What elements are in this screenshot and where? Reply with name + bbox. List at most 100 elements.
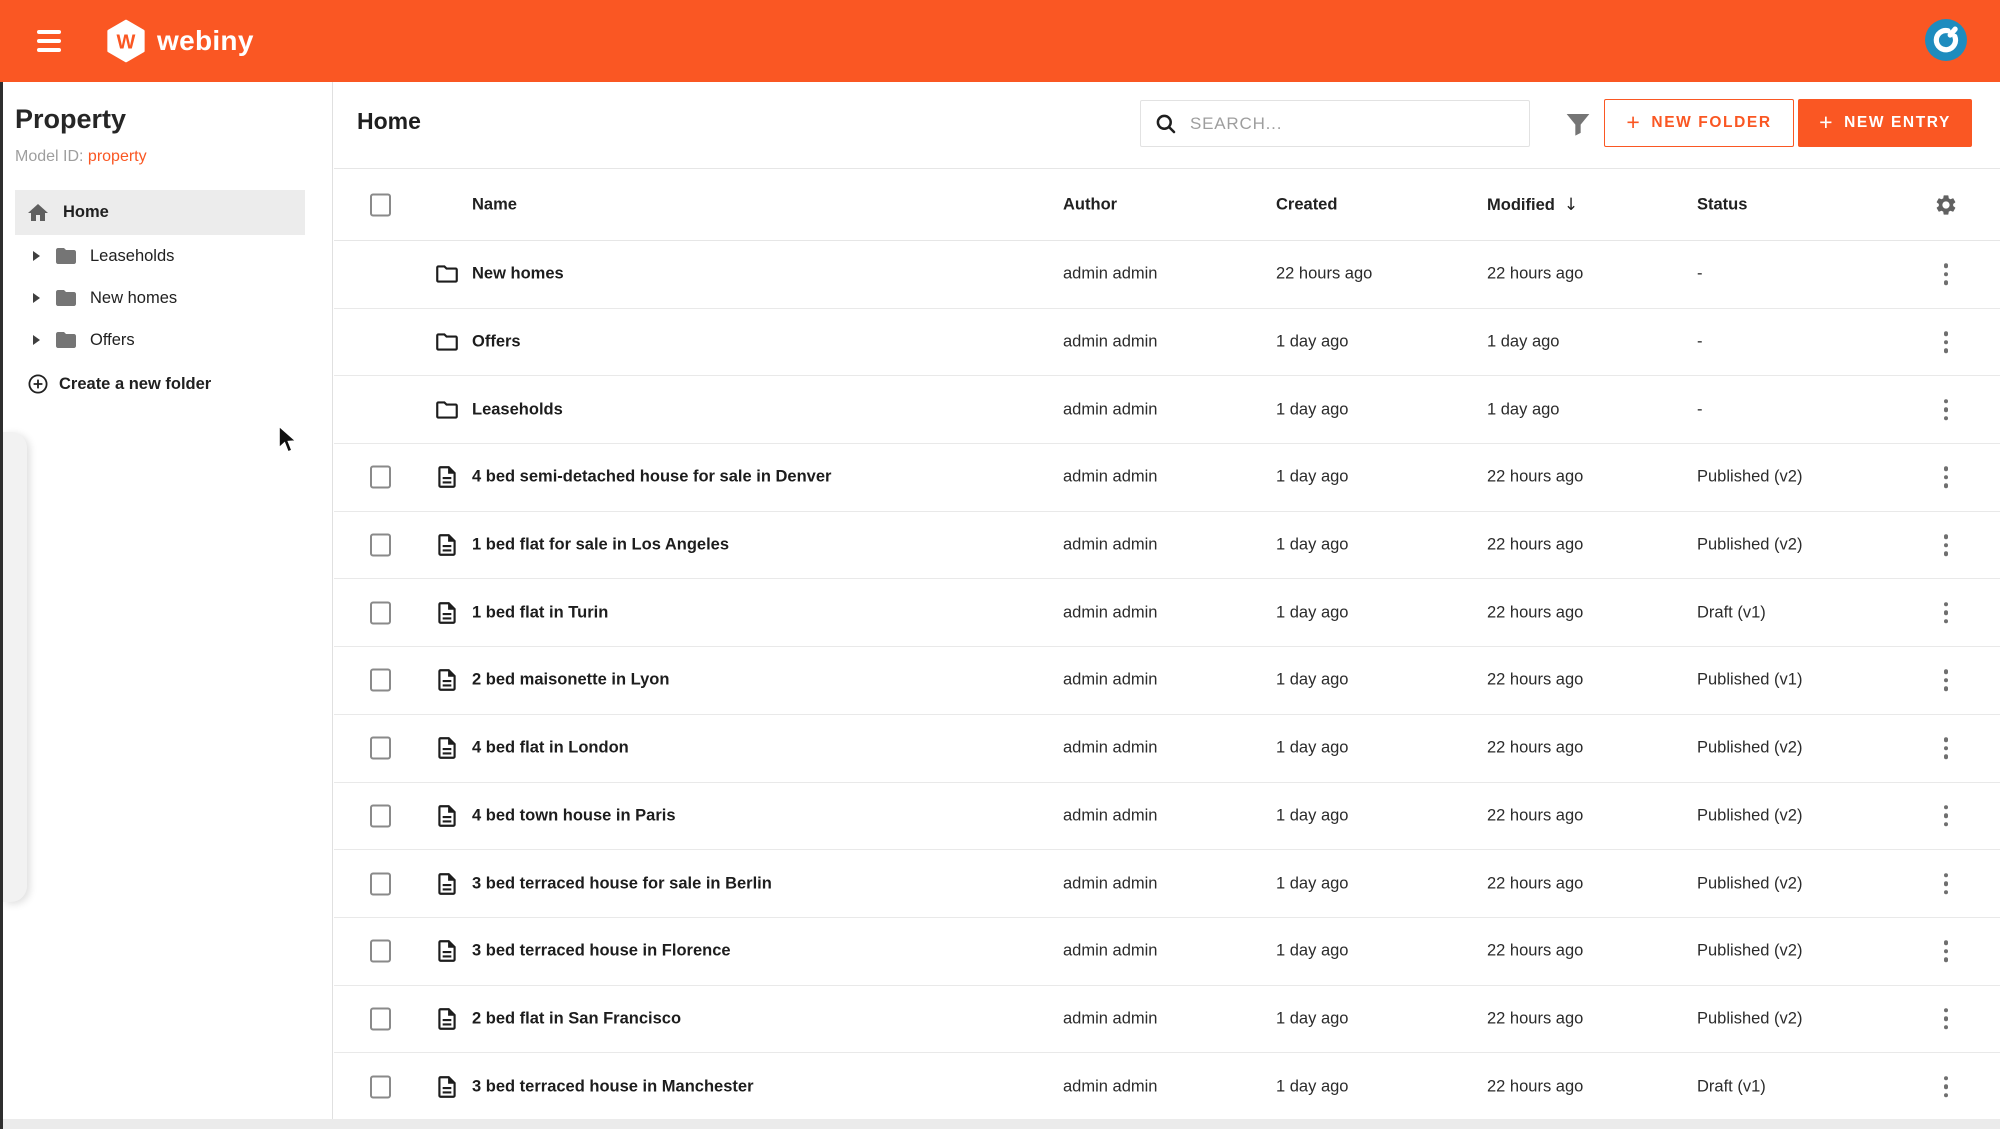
document-icon <box>438 466 456 489</box>
row-modified: 22 hours ago <box>1487 941 1584 960</box>
caret-right-icon[interactable] <box>33 293 40 303</box>
row-name[interactable]: 3 bed terraced house in Florence <box>472 942 731 961</box>
row-name[interactable]: 2 bed flat in San Francisco <box>472 1009 681 1028</box>
table-row[interactable]: 3 bed terraced house for sale in Berlin … <box>334 850 2000 918</box>
kebab-menu-icon[interactable] <box>1932 327 1960 357</box>
row-name[interactable]: 4 bed town house in Paris <box>472 806 676 825</box>
row-status: Published (v2) <box>1697 467 1803 486</box>
create-folder-label: Create a new folder <box>59 374 212 393</box>
row-name[interactable]: 1 bed flat for sale in Los Angeles <box>472 536 729 555</box>
table-header: Name Author Created Modified ↓ Status <box>334 168 2000 241</box>
document-icon <box>438 872 456 895</box>
kebab-menu-icon[interactable] <box>1932 1072 1960 1102</box>
kebab-menu-icon[interactable] <box>1932 530 1960 560</box>
row-name[interactable]: 1 bed flat in Turin <box>472 603 608 622</box>
row-name[interactable]: Leaseholds <box>472 400 563 419</box>
column-header-author[interactable]: Author <box>1063 195 1117 214</box>
row-type-icon <box>434 1006 460 1032</box>
row-type-icon <box>434 803 460 829</box>
svg-text:W: W <box>117 31 136 53</box>
select-all-checkbox[interactable] <box>370 193 391 216</box>
caret-right-icon[interactable] <box>33 335 40 345</box>
row-created: 1 day ago <box>1276 670 1349 689</box>
user-avatar-icon[interactable] <box>1924 18 1968 62</box>
row-checkbox[interactable] <box>370 804 391 828</box>
table-row[interactable]: New homes admin admin 22 hours ago 22 ho… <box>334 241 2000 309</box>
row-checkbox[interactable] <box>370 1007 391 1031</box>
kebab-menu-icon[interactable] <box>1932 463 1960 493</box>
kebab-menu-icon[interactable] <box>1932 666 1960 696</box>
filter-icon[interactable] <box>1562 107 1594 141</box>
new-entry-button[interactable]: + NEW ENTRY <box>1798 99 1972 147</box>
kebab-menu-icon[interactable] <box>1932 801 1960 831</box>
sidebar-folder-label: New homes <box>90 288 178 307</box>
kebab-menu-icon[interactable] <box>1932 733 1960 763</box>
kebab-menu-icon[interactable] <box>1932 395 1960 425</box>
row-checkbox[interactable] <box>370 1075 391 1099</box>
model-title: Property <box>15 104 127 134</box>
table-row[interactable]: 4 bed flat in London admin admin 1 day a… <box>334 714 2000 783</box>
row-checkbox[interactable] <box>370 533 391 557</box>
sidebar-item-home[interactable]: Home <box>15 190 305 235</box>
new-folder-label: NEW FOLDER <box>1651 114 1772 131</box>
row-name[interactable]: 3 bed terraced house in Manchester <box>472 1077 754 1096</box>
table-settings[interactable] <box>1932 193 1960 217</box>
row-status: Published (v2) <box>1697 1009 1803 1028</box>
sidebar-folder-item[interactable]: Offers <box>0 319 333 361</box>
row-type-icon <box>434 329 460 355</box>
row-type-icon <box>434 532 460 558</box>
table-row[interactable]: 3 bed terraced house in Florence admin a… <box>334 917 2000 986</box>
row-checkbox[interactable] <box>370 939 391 963</box>
row-name[interactable]: 2 bed maisonette in Lyon <box>472 671 669 690</box>
table-row[interactable]: 2 bed flat in San Francisco admin admin … <box>334 985 2000 1054</box>
row-checkbox[interactable] <box>370 736 391 760</box>
row-modified: 22 hours ago <box>1487 264 1584 283</box>
row-author: admin admin <box>1063 400 1158 419</box>
row-created: 1 day ago <box>1276 332 1349 351</box>
document-icon <box>438 601 456 624</box>
row-checkbox[interactable] <box>370 601 391 625</box>
caret-right-icon[interactable] <box>33 251 40 261</box>
kebab-menu-icon[interactable] <box>1932 936 1960 966</box>
row-type-icon <box>434 397 460 423</box>
kebab-menu-icon[interactable] <box>1932 1004 1960 1034</box>
column-header-name[interactable]: Name <box>472 195 517 214</box>
row-modified: 22 hours ago <box>1487 670 1584 689</box>
kebab-menu-icon[interactable] <box>1932 260 1960 290</box>
column-header-modified[interactable]: Modified ↓ <box>1487 195 1578 215</box>
column-header-status[interactable]: Status <box>1697 195 1747 214</box>
table-row[interactable]: 1 bed flat for sale in Los Angeles admin… <box>334 511 2000 580</box>
row-checkbox[interactable] <box>370 872 391 896</box>
table-row[interactable]: Leaseholds admin admin 1 day ago 1 day a… <box>334 376 2000 445</box>
table-row[interactable]: 3 bed terraced house in Manchester admin… <box>334 1053 2000 1121</box>
table-row[interactable]: 4 bed semi-detached house for sale in De… <box>334 444 2000 512</box>
create-folder-button[interactable]: Create a new folder <box>27 372 211 396</box>
table-row[interactable]: 1 bed flat in Turin admin admin 1 day ag… <box>334 579 2000 648</box>
row-created: 1 day ago <box>1276 874 1349 893</box>
sidebar-folder-item[interactable]: New homes <box>0 277 333 319</box>
search-input[interactable] <box>1190 113 1520 134</box>
row-name[interactable]: Offers <box>472 333 521 352</box>
row-checkbox[interactable] <box>370 668 391 692</box>
row-author: admin admin <box>1063 467 1158 486</box>
model-id-label: Model ID: <box>15 148 84 165</box>
kebab-menu-icon[interactable] <box>1932 869 1960 899</box>
column-header-created[interactable]: Created <box>1276 195 1337 214</box>
row-name[interactable]: 4 bed semi-detached house for sale in De… <box>472 468 831 487</box>
main-content: Home + NEW FOLDER + NEW ENTRY Name Autho… <box>334 82 2000 1129</box>
menu-icon[interactable] <box>37 30 61 52</box>
folder-icon <box>436 333 458 351</box>
row-created: 1 day ago <box>1276 1077 1349 1096</box>
row-modified: 1 day ago <box>1487 400 1560 419</box>
row-name[interactable]: 3 bed terraced house for sale in Berlin <box>472 874 772 893</box>
kebab-menu-icon[interactable] <box>1932 598 1960 628</box>
row-checkbox[interactable] <box>370 465 391 489</box>
row-name[interactable]: 4 bed flat in London <box>472 739 629 758</box>
new-folder-button[interactable]: + NEW FOLDER <box>1604 99 1794 147</box>
table-row[interactable]: Offers admin admin 1 day ago 1 day ago - <box>334 308 2000 377</box>
folder-icon <box>436 265 458 284</box>
table-row[interactable]: 2 bed maisonette in Lyon admin admin 1 d… <box>334 647 2000 715</box>
table-row[interactable]: 4 bed town house in Paris admin admin 1 … <box>334 782 2000 851</box>
sidebar-folder-item[interactable]: Leaseholds <box>0 235 333 277</box>
row-name[interactable]: New homes <box>472 265 564 284</box>
